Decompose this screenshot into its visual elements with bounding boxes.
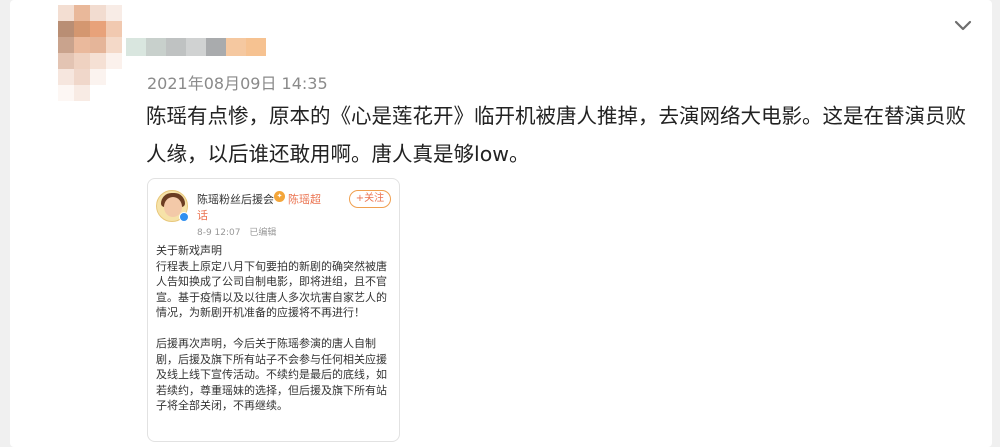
verified-icon <box>179 212 189 222</box>
embed-date: 8-9 12:07 <box>197 228 241 238</box>
embed-super-topic: 陈瑶超 <box>288 193 321 206</box>
embed-author-name: 陈瑶粉丝后援会 <box>197 193 274 206</box>
embed-edited: 已编辑 <box>249 228 277 238</box>
username-censored[interactable] <box>126 38 266 56</box>
super-topic-icon: ✦ <box>274 191 285 202</box>
post-text: 陈瑶有点惨，原本的《心是莲花开》临开机被唐人推掉，去演网络大电影。这是在替演员败… <box>146 104 966 166</box>
embed-paragraph-1: 关于新戏声明 行程表上原定八月下旬要拍的新剧的确突然被唐人告知换成了公司自制电影… <box>156 244 387 320</box>
follow-button: +关注 <box>349 190 391 208</box>
embed-meta: 8-9 12:07 已编辑 <box>197 225 282 238</box>
chevron-down-icon[interactable] <box>952 14 974 36</box>
user-avatar[interactable] <box>58 5 122 103</box>
embed-super-topic-cont: 话 <box>197 209 208 222</box>
embedded-screenshot[interactable]: 陈瑶粉丝后援会 ✦ 陈瑶超 话 +关注 8-9 12:07 已编辑 关于新戏声明… <box>147 178 400 442</box>
post-timestamp[interactable]: 2021年08月09日 14:35 <box>147 70 328 94</box>
embed-paragraph-2: 后援再次声明，今后关于陈瑶参演的唐人自制剧，后援及旗下所有站子不会参与任何相关应… <box>156 336 387 413</box>
embed-body: 关于新戏声明 行程表上原定八月下旬要拍的新剧的确突然被唐人告知换成了公司自制电影… <box>156 243 396 414</box>
weibo-post-card: 2021年08月09日 14:35 陈瑶有点惨，原本的《心是莲花开》临开机被唐人… <box>10 0 992 447</box>
